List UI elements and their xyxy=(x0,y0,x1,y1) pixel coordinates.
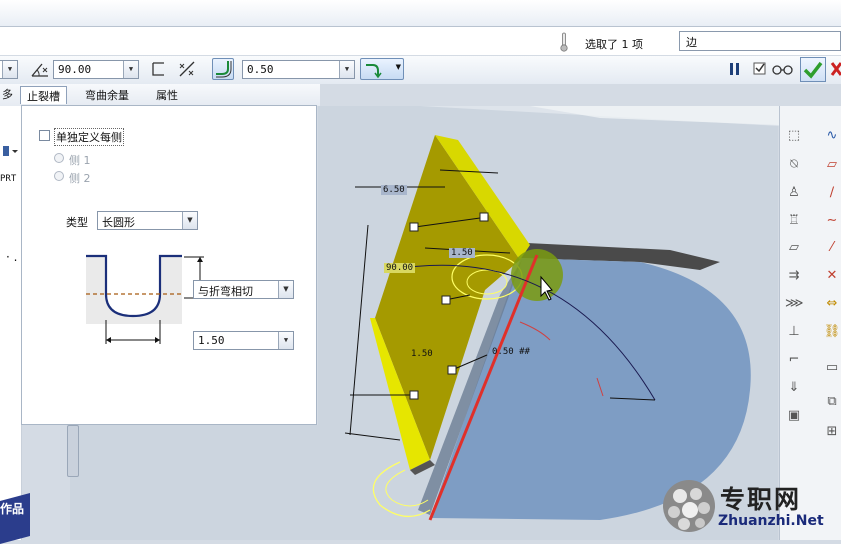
tab-properties[interactable]: 属性 xyxy=(150,86,184,104)
title-bar xyxy=(0,0,841,27)
bend-radius-input[interactable]: 0.50 ▼ xyxy=(242,60,355,79)
chevron-down-icon: ▼ xyxy=(278,281,293,298)
corner-relief-icon[interactable]: ▣ xyxy=(785,408,803,424)
thermometer-icon xyxy=(560,32,568,52)
glasses-icon[interactable] xyxy=(771,62,795,76)
radius-inside-button[interactable] xyxy=(212,58,234,80)
coord-system-icon[interactable]: ♖ xyxy=(785,213,803,229)
parallelogram-icon[interactable]: ▱ xyxy=(823,157,841,173)
check-icon xyxy=(803,61,823,79)
width-input[interactable]: 1.50 ▼ xyxy=(193,331,294,350)
chevron-down-icon[interactable]: ▼ xyxy=(123,61,138,78)
radius-side-dropdown[interactable]: ▼ xyxy=(360,58,404,80)
chevron-down-icon: ▼ xyxy=(395,63,401,71)
side-1-label: 侧 1 xyxy=(69,154,91,167)
relief-type-select[interactable]: 长圆形 ▼ xyxy=(97,211,198,230)
selected-reference-field[interactable]: 边 xyxy=(679,31,841,51)
selection-count-text: 选取了 1 项 xyxy=(585,38,643,51)
bend-side-icon[interactable] xyxy=(150,60,168,78)
watermark-brand: 专职网 xyxy=(720,485,802,514)
model-tree-icon[interactable] xyxy=(2,142,18,160)
chevron-down-icon: ▼ xyxy=(278,332,293,349)
datum-plane-icon[interactable]: ⬚ xyxy=(785,128,803,144)
datum-point-icon[interactable]: ♙ xyxy=(785,185,803,201)
dim-90-00[interactable]: 90.00 xyxy=(384,263,416,273)
watermark-logo-ball xyxy=(663,480,715,532)
bend-angle-icon xyxy=(31,63,48,77)
tab-bend-allowance[interactable]: 弯曲余量 xyxy=(79,86,135,104)
model-tree-dots: · . xyxy=(6,250,18,264)
define-each-side-checkbox[interactable] xyxy=(39,130,50,141)
flange-icon[interactable]: ⋙ xyxy=(785,296,804,312)
outer-radius-icon xyxy=(366,64,382,79)
define-each-side-label: 单独定义每侧 xyxy=(54,128,124,146)
depth-value: 与折弯相切 xyxy=(198,285,253,298)
pause-icon[interactable] xyxy=(728,62,742,76)
slash-icon[interactable]: ⁄ xyxy=(823,240,841,256)
sketch-icon[interactable]: ▱ xyxy=(785,240,803,256)
bend-radius-value: 0.50 xyxy=(247,63,274,76)
flip-direction-icon[interactable] xyxy=(177,60,197,78)
datum-axis-icon[interactable]: ⍉ xyxy=(785,157,803,173)
dim-1-50-top[interactable]: 1.50 xyxy=(449,248,475,258)
ok-button[interactable] xyxy=(800,57,826,82)
preview-checkbox-icon[interactable] xyxy=(753,61,767,76)
rectangle-icon[interactable]: ▭ xyxy=(823,360,841,376)
type-label: 类型 xyxy=(66,216,88,229)
layer-icon[interactable]: ⊞ xyxy=(823,424,841,440)
spline-icon[interactable]: ∼ xyxy=(823,213,841,229)
bend-icon[interactable]: ⊥ xyxy=(785,324,803,340)
left-combo[interactable]: ▼ xyxy=(0,60,18,79)
relief-type-value: 长圆形 xyxy=(102,216,135,229)
chevron-down-icon[interactable]: ▼ xyxy=(339,61,354,78)
inner-radius-icon xyxy=(216,61,232,78)
model-tree-prt-label: PRT xyxy=(0,174,17,184)
chain-icon[interactable]: ⛓ xyxy=(823,324,841,340)
curve-icon[interactable]: ∿ xyxy=(823,128,841,144)
truncated-tab-char: 多 xyxy=(2,88,13,101)
bend-angle-value: 90.00 xyxy=(58,63,92,76)
copy-icon[interactable]: ⧉ xyxy=(823,394,841,410)
line-icon[interactable]: ∕ xyxy=(823,185,841,201)
chevron-down-icon: ▼ xyxy=(182,212,197,229)
bend-angle-input[interactable]: 90.00 ▼ xyxy=(53,60,139,79)
side-1-radio[interactable] xyxy=(54,153,64,163)
side-2-radio[interactable] xyxy=(54,171,64,181)
watermark-url: Zhuanzhi.Net xyxy=(718,513,824,529)
tab-relief[interactable]: 止裂槽 xyxy=(20,86,67,104)
dimension-icon[interactable]: ⇔ xyxy=(823,296,841,312)
cross-icon[interactable]: ✕ xyxy=(823,268,841,284)
part-icon xyxy=(3,146,18,156)
graphics-window-lower[interactable] xyxy=(70,425,318,540)
unbend-icon[interactable]: ⌐ xyxy=(785,352,803,368)
wall-icon[interactable]: ⇉ xyxy=(785,268,803,284)
relief-diagram xyxy=(86,254,182,344)
chevron-down-icon: ▼ xyxy=(2,61,17,78)
dim-6-50[interactable]: 6.50 xyxy=(381,185,407,195)
model-tree-strip xyxy=(0,106,22,540)
model-viewport-drawing[interactable] xyxy=(318,106,779,540)
cancel-icon[interactable] xyxy=(830,61,841,77)
corner-badge-text: 作品 xyxy=(0,502,25,516)
side-2-label: 侧 2 xyxy=(69,172,91,185)
dim-0-50-radius[interactable]: 0.50 ## xyxy=(490,347,532,357)
width-value: 1.50 xyxy=(198,334,225,347)
bend-back-icon[interactable]: ⇓ xyxy=(785,380,803,396)
scrollbar-thumb[interactable] xyxy=(67,425,79,477)
depth-select[interactable]: 与折弯相切 ▼ xyxy=(193,280,294,299)
dim-1-50-side[interactable]: 1.50 xyxy=(409,349,435,359)
